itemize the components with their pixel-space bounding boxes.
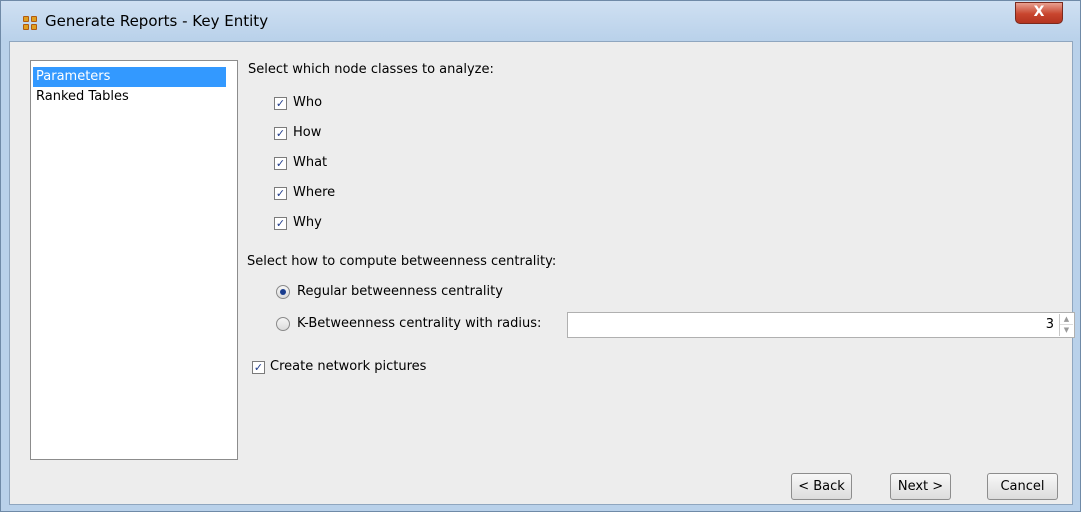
what-label: What [293, 155, 328, 170]
why-label: Why [293, 215, 322, 230]
regular-betweenness-radio[interactable] [276, 285, 290, 299]
spinner-arrows[interactable]: ▲ ▼ [1059, 314, 1073, 336]
where-checkbox[interactable]: ✓ [274, 187, 287, 200]
why-checkbox[interactable]: ✓ [274, 217, 287, 230]
cancel-button[interactable]: Cancel [987, 473, 1058, 500]
back-button[interactable]: < Back [791, 473, 852, 500]
section-list: Parameters Ranked Tables [30, 60, 238, 460]
title-bar[interactable]: Generate Reports - Key Entity X [1, 1, 1080, 41]
k-betweenness-label: K-Betweenness centrality with radius: [297, 316, 542, 331]
where-label: Where [293, 185, 336, 200]
next-button[interactable]: Next > [890, 473, 951, 500]
node-classes-heading: Select which node classes to analyze: [248, 62, 494, 77]
nav-item-ranked-tables[interactable]: Ranked Tables [33, 87, 226, 107]
regular-betweenness-label: Regular betweenness centrality [297, 284, 503, 299]
create-pictures-label: Create network pictures [270, 359, 427, 374]
create-pictures-checkbox[interactable]: ✓ [252, 361, 265, 374]
who-checkbox[interactable]: ✓ [274, 97, 287, 110]
radius-value[interactable]: 3 [1046, 317, 1054, 332]
how-checkbox[interactable]: ✓ [274, 127, 287, 140]
dialog-content: Parameters Ranked Tables Select which no… [9, 41, 1075, 505]
nav-item-parameters[interactable]: Parameters [33, 67, 226, 87]
window-title: Generate Reports - Key Entity [45, 12, 269, 30]
app-icon [23, 16, 37, 30]
dialog-window: Generate Reports - Key Entity X Paramete… [0, 0, 1081, 512]
k-betweenness-radio[interactable] [276, 317, 290, 331]
spin-down-icon[interactable]: ▼ [1060, 325, 1073, 336]
how-label: How [293, 125, 322, 140]
close-button[interactable]: X [1015, 2, 1063, 24]
spin-up-icon[interactable]: ▲ [1060, 314, 1073, 325]
betweenness-heading: Select how to compute betweenness centra… [247, 254, 557, 269]
what-checkbox[interactable]: ✓ [274, 157, 287, 170]
radius-spinner[interactable]: 3 ▲ ▼ [567, 312, 1075, 338]
who-label: Who [293, 95, 323, 110]
